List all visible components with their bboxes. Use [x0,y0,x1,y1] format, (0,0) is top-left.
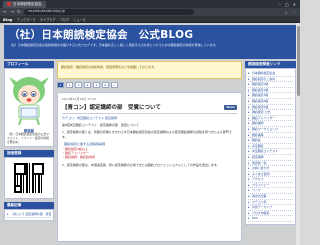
page-link[interactable]: 2 [66,82,73,88]
post-paragraph: 1．認定講師の部とは、所属の有無にかかわらず日本朗読検定協会の認定講師および認定… [62,130,232,139]
reader-heading: 読者登録 [4,150,54,158]
post-category[interactable]: カテゴリ：青空朗読コンテスト 認定講師 [62,116,237,120]
pagination: 1 2 3 4 5 6 » [57,82,242,88]
star-icon[interactable]: ☆ [284,10,288,15]
post-date: 2019年12月23日 17:44 [62,97,96,101]
share-button[interactable]: Share [224,104,237,110]
archive-heading: 最新記事 [4,202,54,210]
menu-icon[interactable]: ⋮ [292,10,296,15]
favicon-icon [7,2,11,6]
forward-icon[interactable]: → [10,10,14,15]
back-icon[interactable]: ← [3,10,7,15]
web-page: （社）日本朗読検定協会 公式BLOG （社）日本朗読検定協会の最新情報をお届けす… [0,23,300,245]
archive-box: 【青コン】認定講師の部 受賞について [4,209,54,221]
profile-box: 朗読屋 （社）日本朗読検定協会の公式マスコット。イベント・検定の情報を発信中。 [4,68,54,148]
post-title[interactable]: 【青コン】認定講師の部 受賞について [62,103,161,111]
left-sidebar: プロフィール 朗読屋 （社）日本朗読検定協会の公式マスコット。イベント・検定の情… [4,61,54,221]
title-bar: 日本朗読検定協会 – □ ✕ [0,0,300,8]
post-paragraph: 2．認定講師の部は、本選審査員、特に認定講師の立場でまたは朗読プロフェッショナル… [62,162,220,167]
url-field[interactable]: roudokukentei.blog.jp [24,9,194,15]
address-bar: ← → ↻ roudokukentei.blog.jp ☆ ⋮ [0,8,300,16]
blog-post: 2019年12月23日 17:44 【青コン】認定講師の部 受賞について Sha… [57,92,242,242]
blog-header: （社）日本朗読検定協会 公式BLOG （社）日本朗読検定協会の最新情報をお届けす… [4,25,296,59]
page-link[interactable]: 1 [57,82,64,88]
minimize-icon[interactable]: – [279,2,281,7]
maximize-icon[interactable]: □ [285,2,289,7]
next-page-link[interactable]: » [111,82,118,88]
right-sidebar: 朗読検定関連リンク 日本朗読検定協会朗読検定のご案内朗読検定1級朗読検定2級朗読… [245,61,296,226]
tab-title: 日本朗読検定協会 [13,1,42,6]
bookmark-item[interactable]: ブログ [60,17,70,22]
bookmark-item[interactable]: ブックマーク [17,17,36,22]
bookmarks-bar: Blog ブックマーク ライブドア ブログ ニュース [0,16,300,23]
bookmark-item[interactable]: ニュース [73,17,86,22]
archive-item[interactable]: 【青コン】認定講師の部 受賞について [7,212,51,218]
post-title-row: 【青コン】認定講師の部 受賞について Share [62,103,237,114]
close-icon[interactable]: ✕ [293,2,296,7]
window-controls: – □ ✕ [279,2,296,7]
post-body: 第8回青空朗読コンテスト 認定講師の部 受賞について 1．認定講師の部とは、所属… [62,123,237,167]
blog-logo[interactable]: Blog [3,17,13,22]
qr-box [4,157,54,200]
page-link[interactable]: 6 [102,82,109,88]
notice-box: 朗読検定・朗読検定の最新情報、受賞者発表などを掲載しております。 [57,61,242,79]
browser-window: 日本朗読検定協会 – □ ✕ ← → ↻ roudokukentei.blog.… [0,0,300,245]
page-link[interactable]: 3 [75,82,82,88]
page-link[interactable]: 4 [84,82,91,88]
post-paragraph: 第8回青空朗読コンテスト 認定講師の部 受賞について [62,123,139,127]
profile-heading: プロフィール [4,61,54,68]
bookmark-item[interactable]: ライブドア [40,17,56,22]
browser-actions: ☆ ⋮ [284,10,296,15]
blog-description: （社）日本朗読検定協会の最新情報をお届けする公式ブログです。日本語を正しく美しく… [9,43,219,47]
main-column: 朗読検定・朗読検定の最新情報、受賞者発表などを掲載しております。 1 2 3 4… [57,61,242,242]
links-list: 日本朗読検定協会朗読検定のご案内朗読検定1級朗読検定2級朗読検定3級朗読検定4級… [248,71,293,223]
reload-icon[interactable]: ↻ [17,10,21,15]
browser-tab[interactable]: 日本朗読検定協会 [3,0,46,8]
profile-text: （社）日本朗読検定協会の公式マスコット。イベント・検定の情報を発信中。 [7,132,49,144]
sidebar-link[interactable]: RSS [248,216,293,223]
links-box: 日本朗読検定協会朗読検定のご案内朗読検定1級朗読検定2級朗読検定3級朗読検定4級… [245,68,296,226]
scrollbar-thumb[interactable] [296,26,300,96]
mascot-image [7,73,51,126]
blog-title[interactable]: （社）日本朗読検定協会 公式BLOG [9,29,291,41]
post-paragraph: ・朗読講師・朗読指導者 [62,155,96,160]
links-heading: 朗読検定関連リンク [245,61,296,68]
page-link[interactable]: 5 [93,82,100,88]
qr-code-icon [14,163,44,194]
archive-list: 【青コン】認定講師の部 受賞について [7,212,51,218]
